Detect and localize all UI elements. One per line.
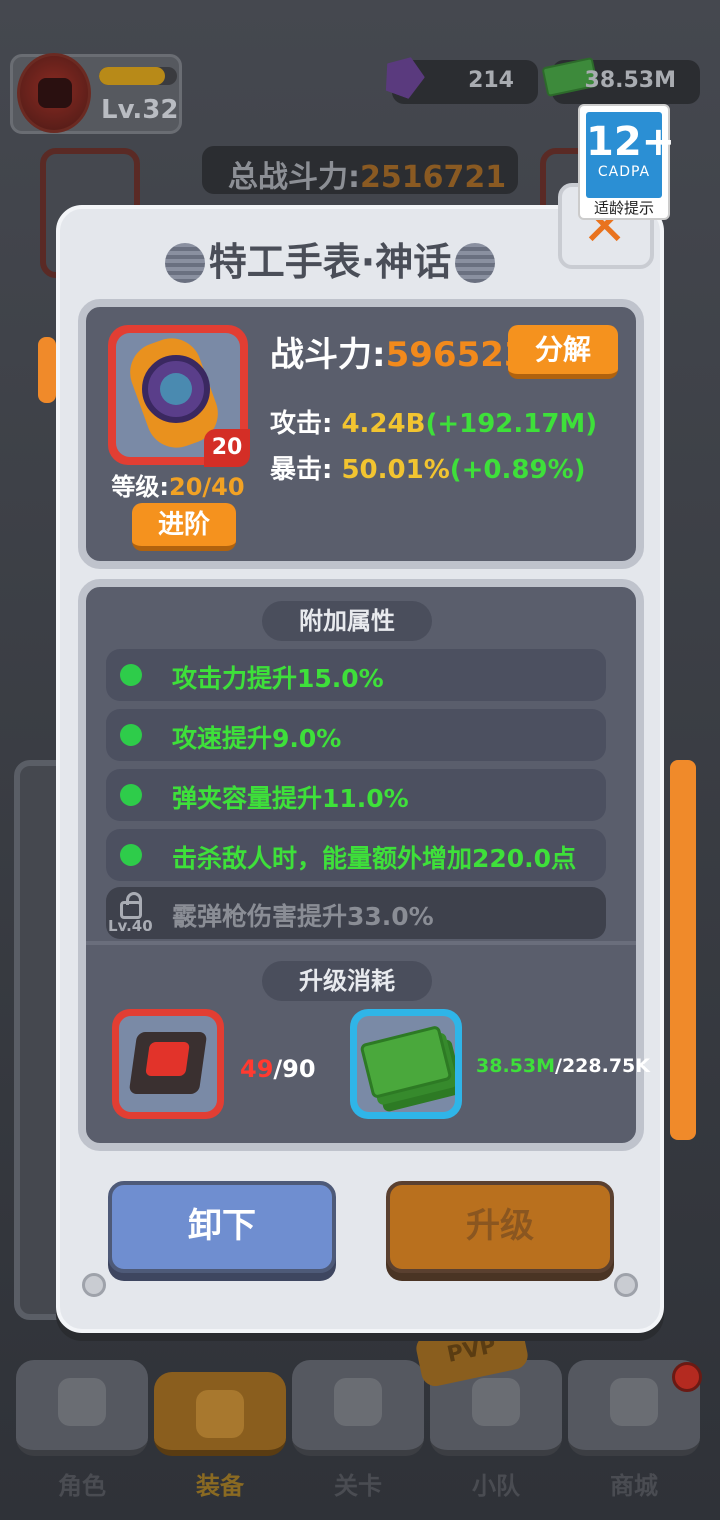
stat-label: 暴击: (270, 455, 333, 485)
attribute-row: 攻击力提升15.0% (106, 649, 606, 701)
cost-item-chip[interactable] (112, 1009, 224, 1119)
upgrade-cost-heading: 升级消耗 (262, 961, 432, 1001)
divider (86, 941, 636, 945)
cash-counter[interactable]: 38.53M (541, 56, 700, 104)
grade-value: 20/40 (169, 473, 245, 501)
item-power: 战斗力:596523 (270, 327, 528, 376)
chip-need: /90 (273, 1055, 316, 1083)
attribute-text: 攻速提升9.0% (172, 724, 342, 753)
active-dot-icon (120, 784, 142, 806)
xp-bar-fill (99, 67, 166, 85)
stat-label: 攻击: (270, 409, 333, 439)
attribute-text: 攻击力提升15.0% (172, 664, 384, 693)
avatar-face-icon (38, 78, 72, 108)
gem-icon (378, 50, 429, 101)
unequip-button[interactable]: 卸下 (108, 1181, 336, 1273)
active-dot-icon (120, 664, 142, 686)
avatar[interactable] (17, 53, 91, 133)
active-dot-icon (120, 844, 142, 866)
xp-bar (99, 67, 177, 85)
cash-icon (359, 1024, 453, 1100)
nav-item-character[interactable] (16, 1360, 148, 1456)
team-icon (472, 1378, 520, 1426)
item-detail-modal: 特工手表·神话 ✕ 20 等级:20/40 进阶 战斗力:596523 分解 攻… (38, 183, 664, 1333)
chip-have: 49 (240, 1055, 274, 1083)
title-ornament-icon (164, 243, 205, 283)
attribute-row: 击杀敌人时，能量额外增加220.0点 (106, 829, 606, 881)
chip-icon (128, 1032, 208, 1094)
item-summary-panel: 20 等级:20/40 进阶 战斗力:596523 分解 攻击: 4.24B(+… (78, 299, 644, 569)
active-dot-icon (120, 724, 142, 746)
attribute-row-locked: Lv.40 霰弹枪伤害提升33.0% (106, 887, 606, 939)
grade-label: 等级: (111, 473, 170, 501)
chip-cost: 49/90 (240, 1055, 316, 1083)
cost-item-bg (119, 1016, 217, 1112)
nav-label-levels: 关卡 (334, 1472, 382, 1500)
notification-dot (672, 1362, 702, 1392)
stat-value: 4.24B (341, 409, 426, 439)
attribute-text: 霰弹枪伤害提升33.0% (172, 902, 434, 931)
shop-icon (610, 1378, 658, 1426)
watch-icon (142, 355, 210, 423)
player-profile[interactable]: Lv.32 (10, 53, 182, 134)
cash-cost: 38.53M/228.75K (476, 1055, 650, 1077)
modal-title: 特工手表·神话 (208, 240, 452, 284)
nav-item-levels[interactable] (292, 1360, 424, 1456)
cost-item-bg (357, 1016, 455, 1112)
attribute-text: 击杀敌人时，能量额外增加220.0点 (172, 844, 577, 873)
total-power: 总战斗力:2516721 (202, 146, 518, 195)
unlock-level: Lv.40 (108, 917, 153, 935)
stat-bonus: (+192.17M) (425, 409, 598, 439)
bottom-nav: 角色 装备 关卡 小队 商城 (0, 1356, 720, 1520)
cost-item-cash[interactable] (350, 1009, 462, 1119)
attribute-text: 弹夹容量提升11.0% (172, 784, 409, 813)
item-level-badge: 20 (204, 429, 250, 467)
age-rating-badge: 12+ CADPA 适龄提示 (578, 104, 676, 220)
nav-label-character: 角色 (58, 1472, 106, 1500)
nav-label-shop: 商城 (610, 1472, 658, 1500)
age-rating-note: 适龄提示 (593, 199, 654, 217)
total-power-value: 2516721 (360, 160, 507, 195)
cash-count: 38.53M (584, 68, 676, 93)
age-rating-org: CADPA (597, 164, 651, 180)
decompose-button[interactable]: 分解 (508, 325, 618, 379)
rivet-icon (614, 1273, 638, 1297)
advance-button[interactable]: 进阶 (132, 503, 236, 551)
item-grade: 等级:20/40 (108, 467, 248, 502)
item-icon-frame[interactable]: 20 (108, 325, 250, 467)
total-power-label: 总战斗力: (228, 160, 360, 195)
nav-label-team: 小队 (472, 1472, 520, 1500)
gem-count: 214 (468, 68, 514, 93)
attribute-row: 攻速提升9.0% (106, 709, 606, 761)
power-value: 596523 (385, 335, 528, 375)
map-icon (334, 1378, 382, 1426)
skull-icon (58, 1378, 106, 1426)
stat-crit: 暴击: 50.01%(+0.89%) (270, 449, 586, 486)
rivet-icon (82, 1273, 106, 1297)
modal-edge-tab (38, 337, 56, 403)
upgrade-button[interactable]: 升级 (386, 1181, 614, 1273)
attributes-panel: 附加属性 攻击力提升15.0% 攻速提升9.0% 弹夹容量提升11.0% 击杀敌… (78, 579, 650, 1151)
stat-value: 50.01% (341, 455, 450, 485)
title-ornament-icon (455, 243, 496, 283)
player-level: Lv.32 (101, 95, 179, 125)
age-rating-number: 12+ (586, 119, 676, 165)
nav-label-equipment: 装备 (196, 1472, 244, 1500)
power-label: 战斗力: (270, 335, 386, 375)
extra-attributes-heading: 附加属性 (262, 601, 432, 641)
cash-need: /228.75K (555, 1055, 650, 1077)
age-rating-panel: 12+ CADPA (586, 112, 676, 198)
modal-title-row: 特工手表·神话 (60, 231, 600, 286)
stat-bonus: (+0.89%) (449, 455, 586, 485)
stat-attack: 攻击: 4.24B(+192.17M) (270, 403, 597, 440)
attribute-row: 弹夹容量提升11.0% (106, 769, 606, 821)
cash-have: 38.53M (476, 1055, 556, 1077)
gun-icon (196, 1390, 244, 1438)
nav-item-equipment[interactable] (154, 1372, 286, 1456)
gem-counter[interactable]: 214 (392, 60, 538, 104)
inventory-edge-handle (670, 760, 696, 1140)
